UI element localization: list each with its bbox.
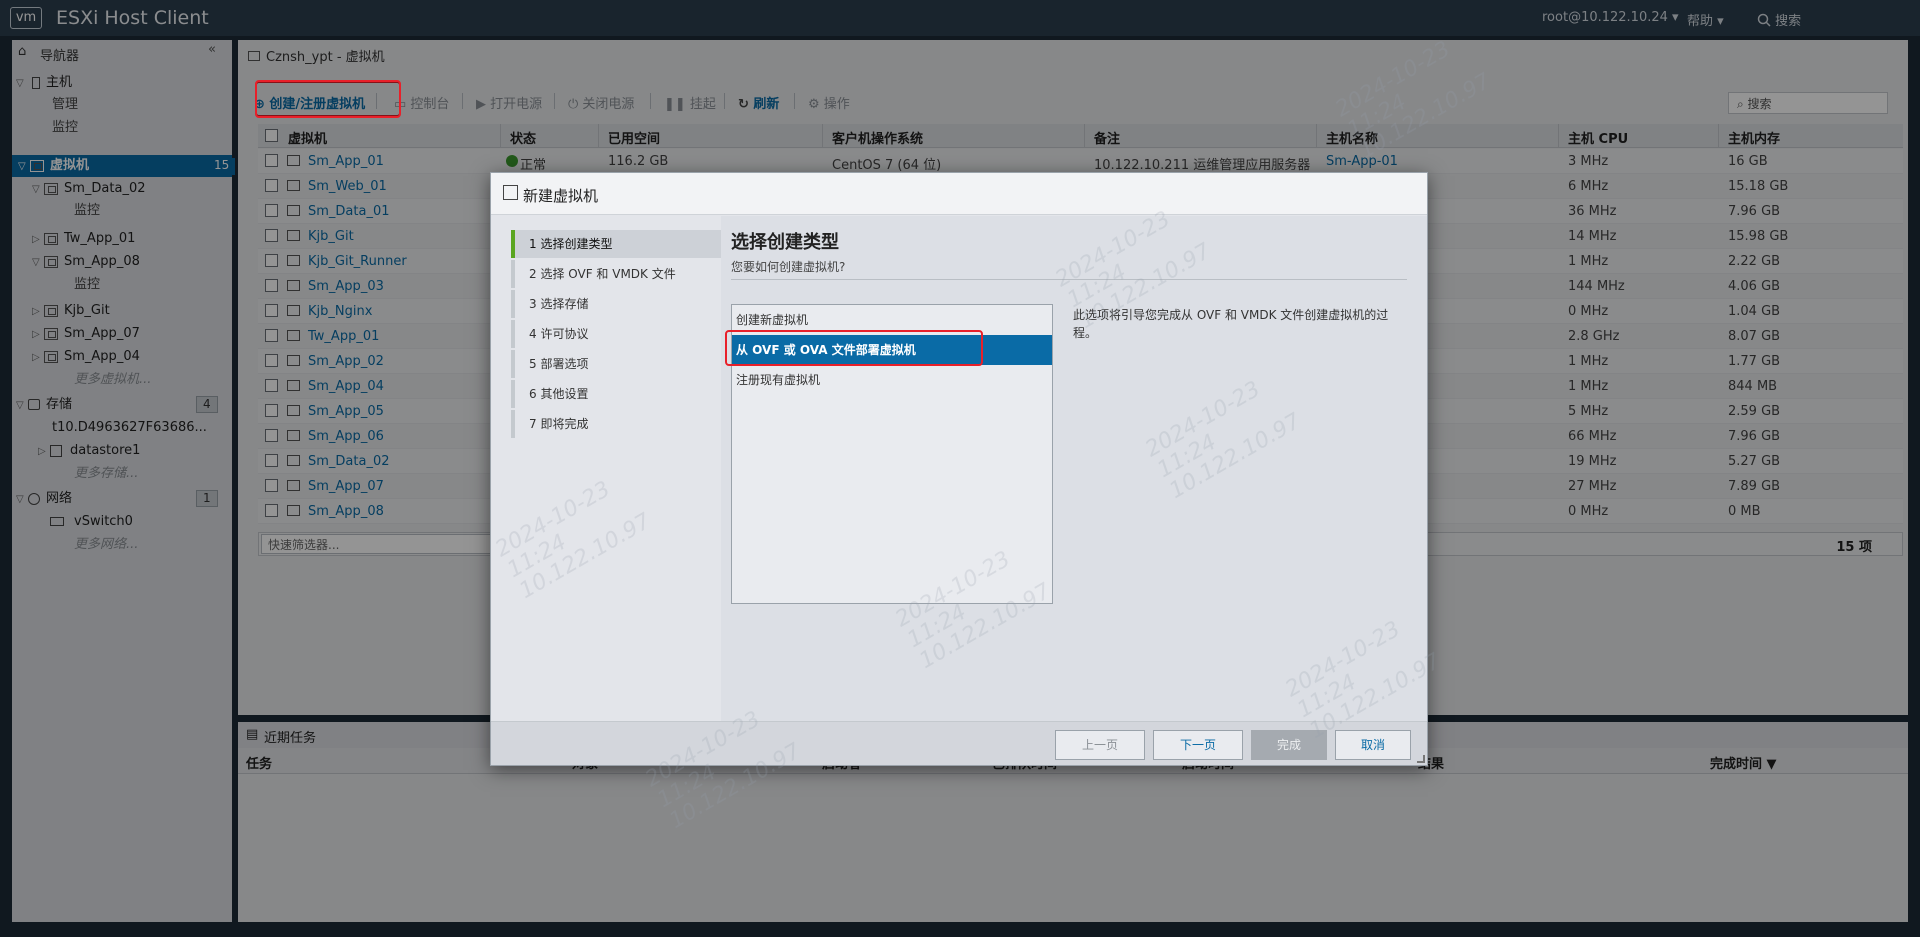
- wizard-steps: 1 选择创建类型 2 选择 OVF 和 VMDK 文件 3 选择存储 4 许可协…: [491, 216, 721, 721]
- content-subheading: 您要如何创建虚拟机?: [731, 260, 846, 274]
- new-vm-icon: [503, 185, 518, 200]
- back-button[interactable]: 上一页: [1055, 730, 1145, 760]
- wizard-step[interactable]: 1 选择创建类型: [511, 230, 721, 258]
- dialog-title-bar: 新建虚拟机: [491, 173, 1427, 215]
- wizard-step[interactable]: 4 许可协议: [511, 320, 721, 348]
- wizard-step[interactable]: 2 选择 OVF 和 VMDK 文件: [511, 260, 721, 288]
- cancel-button[interactable]: 取消: [1335, 730, 1411, 760]
- resize-grip-icon[interactable]: [1417, 755, 1425, 763]
- wizard-content: 选择创建类型 您要如何创建虚拟机? 创建新虚拟机 从 OVF 或 OVA 文件部…: [721, 216, 1427, 721]
- dialog-footer: 上一页 下一页 完成 取消: [491, 721, 1427, 765]
- divider: [731, 279, 1407, 280]
- wizard-step[interactable]: 6 其他设置: [511, 380, 721, 408]
- wizard-step[interactable]: 5 部署选项: [511, 350, 721, 378]
- option-description: 此选项将引导您完成从 OVF 和 VMDK 文件创建虚拟机的过程。: [1073, 308, 1389, 340]
- content-heading: 选择创建类型: [731, 232, 839, 253]
- finish-button[interactable]: 完成: [1251, 730, 1327, 760]
- annotation-highlight-toolbar: [255, 80, 401, 118]
- next-button[interactable]: 下一页: [1153, 730, 1243, 760]
- annotation-highlight-ovf: [725, 330, 983, 366]
- option-register-existing-vm[interactable]: 注册现有虚拟机: [732, 365, 1052, 395]
- dialog-body: 1 选择创建类型 2 选择 OVF 和 VMDK 文件 3 选择存储 4 许可协…: [491, 216, 1427, 721]
- wizard-step[interactable]: 3 选择存储: [511, 290, 721, 318]
- wizard-step[interactable]: 7 即将完成: [511, 410, 721, 438]
- dialog-title: 新建虚拟机: [523, 187, 599, 205]
- new-vm-wizard-dialog: 新建虚拟机 1 选择创建类型 2 选择 OVF 和 VMDK 文件 3 选择存储…: [490, 172, 1428, 766]
